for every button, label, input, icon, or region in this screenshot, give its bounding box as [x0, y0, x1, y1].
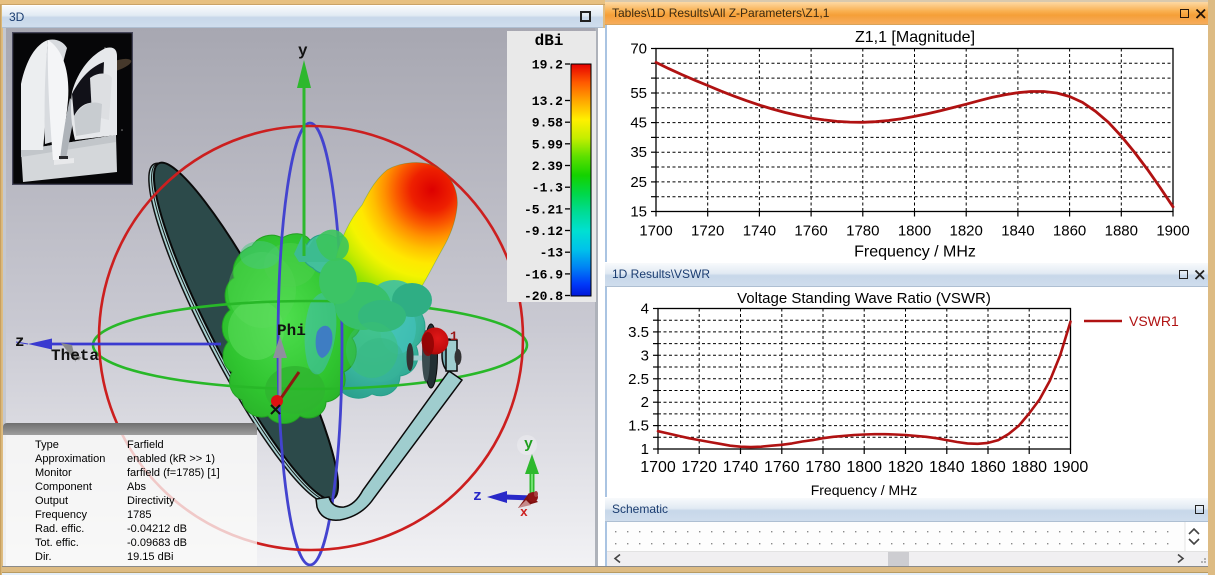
svg-text:25: 25: [630, 174, 647, 191]
svg-text:1900: 1900: [1053, 459, 1089, 476]
svg-text:19.2: 19.2: [532, 58, 563, 73]
svg-text:15: 15: [630, 204, 647, 221]
svg-text:35: 35: [630, 144, 647, 161]
svg-text:3: 3: [641, 347, 649, 364]
svg-text:1860: 1860: [1053, 223, 1086, 240]
svg-text:1760: 1760: [764, 459, 800, 476]
svg-text:1740: 1740: [743, 223, 776, 240]
svg-text:Voltage Standing Wave Ratio (V: Voltage Standing Wave Ratio (VSWR): [737, 290, 991, 307]
svg-text:1780: 1780: [846, 223, 879, 240]
svg-text:9.58: 9.58: [532, 116, 563, 131]
svg-text:Frequency / MHz: Frequency / MHz: [854, 244, 976, 261]
svg-text:1800: 1800: [898, 223, 931, 240]
svg-text:2: 2: [641, 394, 649, 411]
svg-text:13.2: 13.2: [532, 94, 563, 109]
svg-text:-13: -13: [540, 246, 564, 261]
svg-text:1820: 1820: [888, 459, 924, 476]
svg-text:1820: 1820: [950, 223, 983, 240]
svg-text:-16.9: -16.9: [524, 267, 563, 282]
svg-text:1800: 1800: [846, 459, 882, 476]
svg-text:-20.8: -20.8: [524, 289, 563, 302]
svg-text:2.39: 2.39: [532, 159, 563, 174]
svg-text:45: 45: [630, 115, 647, 132]
svg-text:1720: 1720: [681, 459, 717, 476]
svg-text:1760: 1760: [794, 223, 827, 240]
svg-text:1880: 1880: [1105, 223, 1138, 240]
svg-text:3.5: 3.5: [628, 324, 649, 341]
svg-text:1880: 1880: [1011, 459, 1047, 476]
svg-text:70: 70: [630, 41, 647, 58]
svg-text:1840: 1840: [1001, 223, 1034, 240]
svg-text:1780: 1780: [805, 459, 841, 476]
svg-text:Z1,1 [Magnitude]: Z1,1 [Magnitude]: [855, 29, 975, 46]
svg-text:1700: 1700: [640, 459, 676, 476]
svg-text:1900: 1900: [1156, 223, 1189, 240]
svg-text:Frequency / MHz: Frequency / MHz: [811, 482, 918, 498]
svg-text:5.99: 5.99: [532, 137, 563, 152]
svg-text:-5.21: -5.21: [524, 202, 563, 217]
svg-text:1860: 1860: [970, 459, 1006, 476]
svg-text:1.5: 1.5: [628, 418, 649, 435]
svg-text:55: 55: [630, 85, 647, 102]
svg-text:-1.3: -1.3: [532, 181, 563, 196]
svg-text:-9.12: -9.12: [524, 224, 563, 239]
svg-text:1740: 1740: [723, 459, 759, 476]
svg-text:4: 4: [641, 301, 649, 318]
svg-text:1720: 1720: [691, 223, 724, 240]
svg-text:dBi: dBi: [535, 32, 564, 50]
svg-text:2.5: 2.5: [628, 371, 649, 388]
svg-text:VSWR1: VSWR1: [1129, 313, 1179, 329]
svg-text:1840: 1840: [929, 459, 965, 476]
svg-text:1700: 1700: [639, 223, 672, 240]
svg-text:1: 1: [641, 441, 649, 458]
